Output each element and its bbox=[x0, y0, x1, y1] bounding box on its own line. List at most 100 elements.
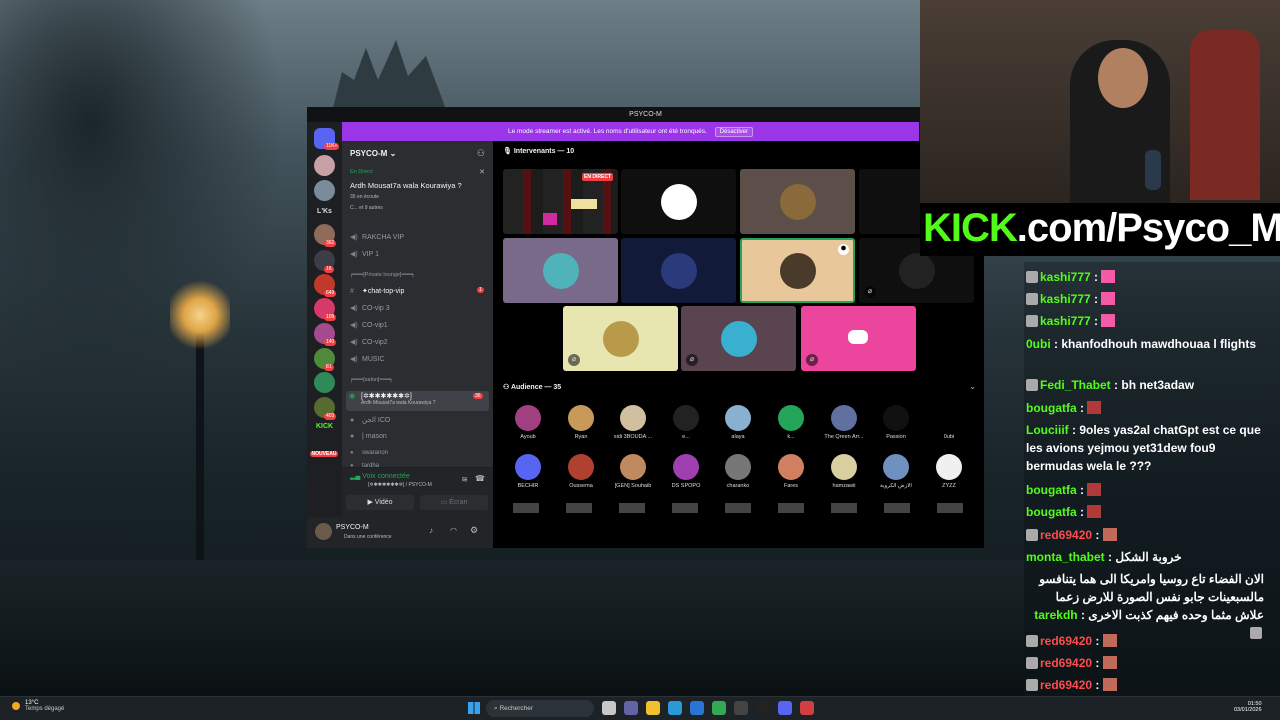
channel-item[interactable]: ◀) CO-vip1 bbox=[350, 321, 388, 329]
screen-preview bbox=[543, 213, 557, 225]
audience-member[interactable]: e... bbox=[664, 405, 708, 440]
channel-name: CO-vip 3 bbox=[362, 305, 390, 312]
teams-icon[interactable] bbox=[624, 701, 638, 715]
server-icon[interactable] bbox=[314, 155, 335, 176]
mail-icon[interactable] bbox=[690, 701, 704, 715]
audience-member[interactable]: Oussema bbox=[559, 454, 603, 489]
task-view-icon[interactable] bbox=[602, 701, 616, 715]
terminal-icon[interactable] bbox=[756, 701, 770, 715]
chrome-icon[interactable] bbox=[712, 701, 726, 715]
system-tray[interactable]: 01:50 03/01/2026 bbox=[1234, 701, 1262, 713]
chevron-down-icon[interactable]: ⌄ bbox=[969, 382, 976, 391]
channel-item[interactable]: ● | mason bbox=[350, 433, 387, 440]
speaker-tile[interactable] bbox=[740, 169, 855, 234]
audience-member[interactable]: 0ubi bbox=[927, 405, 971, 440]
audience-member[interactable]: Ryan bbox=[559, 405, 603, 440]
user-panel: PSYCO-M Dans une conférence ♪ ◠ ⚙ bbox=[307, 517, 493, 548]
voice-user[interactable]: ● swaranon bbox=[350, 450, 388, 456]
channel-item[interactable]: ◀) CO-vip2 bbox=[350, 338, 388, 346]
folder-label[interactable]: L'Ks bbox=[307, 208, 342, 215]
stage-channel-item[interactable]: ◉ [✲✱✱✱✱✱✱✲] 36 Ardh Mousat7a wala Kourawiy… bbox=[346, 391, 489, 411]
chat-username: Louciiif bbox=[1026, 423, 1069, 437]
audience-member[interactable]: k... bbox=[769, 405, 813, 440]
close-icon[interactable]: ✕ bbox=[479, 168, 485, 176]
settings-gear-icon[interactable]: ⚙ bbox=[470, 525, 478, 536]
chat-text: bh net3adaw bbox=[1121, 378, 1195, 392]
category-header[interactable]: ┍━━━[Private lounge]━━━┑ bbox=[350, 272, 415, 278]
channel-item[interactable]: ◀) RAKCHA VIP bbox=[350, 233, 404, 241]
microphone-icon[interactable]: ♪ bbox=[429, 526, 433, 535]
audience-member[interactable]: hamzawii bbox=[822, 454, 866, 489]
audience-member[interactable]: الأرض الكروية bbox=[874, 454, 918, 489]
speaker-tile[interactable] bbox=[503, 238, 618, 303]
title-bar: PSYCO-M ⚑ ▭ ? bbox=[307, 107, 984, 122]
file-explorer-icon[interactable] bbox=[646, 701, 660, 715]
member-name: Fares bbox=[783, 483, 799, 489]
channel-name: CO-vip1 bbox=[362, 322, 388, 329]
windows-taskbar: 13°C Temps dégagé ⌕ Rechercher 01:50 03/… bbox=[0, 696, 1280, 720]
screen-share-button[interactable]: ▭ Écran bbox=[420, 495, 488, 510]
speaker-tile[interactable]: ⌀ bbox=[681, 306, 796, 371]
server-badge: 140 bbox=[324, 339, 337, 346]
server-icon[interactable] bbox=[314, 180, 335, 201]
speaker-tile-stream[interactable]: EN DIRECT bbox=[503, 169, 618, 234]
chat-message: red69420 : bbox=[1026, 676, 1276, 694]
speaker-tile[interactable]: ⌀ bbox=[563, 306, 678, 371]
channel-item[interactable]: # ✦chat-top-vip 1 bbox=[350, 287, 484, 295]
speaker-tile[interactable] bbox=[621, 169, 736, 234]
obs-icon[interactable] bbox=[734, 701, 748, 715]
channel-item[interactable]: ◀) MUSIC bbox=[350, 355, 385, 363]
username[interactable]: PSYCO-M bbox=[336, 524, 369, 531]
shield-icon: ⬢ bbox=[838, 244, 849, 255]
discord-taskbar-icon[interactable] bbox=[778, 701, 792, 715]
audience-member[interactable]: charanko bbox=[716, 454, 760, 489]
server-header[interactable]: PSYCO-M ⌄ bbox=[350, 149, 396, 158]
stage-title[interactable]: Ardh Mousat7a wala Kourawiya ? bbox=[350, 181, 462, 190]
kick-server-label[interactable]: KICK bbox=[307, 423, 342, 430]
chat-username: red69420 bbox=[1040, 656, 1093, 670]
headset-icon[interactable]: ◠ bbox=[450, 526, 457, 535]
clock-date: 03/01/2026 bbox=[1234, 707, 1262, 713]
add-member-icon[interactable]: ⚇ bbox=[477, 148, 485, 159]
audience-member[interactable]: BECHIR bbox=[506, 454, 550, 489]
chat-message: red69420 : bbox=[1026, 632, 1276, 650]
noise-suppression-icon[interactable]: ≋ bbox=[461, 475, 468, 484]
video-button[interactable]: ▶ Vidéo bbox=[346, 495, 414, 510]
member-name: hamzawii bbox=[832, 483, 856, 489]
speaker-tile[interactable]: ⌀ bbox=[801, 306, 916, 371]
app-icon[interactable] bbox=[800, 701, 814, 715]
audience-member[interactable]: [GEN] Souhaib bbox=[611, 454, 655, 489]
audience-member[interactable]: Fares bbox=[769, 454, 813, 489]
disconnect-icon[interactable]: ☎ bbox=[475, 474, 485, 483]
avatar bbox=[936, 454, 962, 480]
avatar bbox=[831, 454, 857, 480]
category-header[interactable]: ┍━━━[salon]━━━┑ bbox=[350, 377, 393, 383]
audience-member[interactable]: Passion bbox=[874, 405, 918, 440]
edge-icon[interactable] bbox=[668, 701, 682, 715]
audience-header-text: Audience — 35 bbox=[510, 384, 562, 391]
weather-icon bbox=[12, 702, 20, 710]
channel-item[interactable]: ◀) VIP 1 bbox=[350, 250, 379, 258]
audience-member[interactable]: alaya bbox=[716, 405, 760, 440]
weather-widget[interactable]: 13°C Temps dégagé bbox=[12, 700, 64, 712]
avatar bbox=[883, 454, 909, 480]
muted-mic-icon: ⌀ bbox=[568, 354, 580, 366]
speaker-tile[interactable] bbox=[621, 238, 736, 303]
channel-item[interactable]: ◀) CO-vip 3 bbox=[350, 304, 390, 312]
audience-member[interactable]: sidi 3BOUDA ... bbox=[611, 405, 655, 440]
audience-member[interactable]: The Qreen Arr... bbox=[822, 405, 866, 440]
speaker-tile-active[interactable]: ⬢ bbox=[740, 238, 855, 303]
start-button[interactable] bbox=[468, 702, 480, 714]
live-label: En Direct bbox=[350, 169, 373, 175]
emote-icon bbox=[1102, 656, 1117, 669]
muted-mic-icon: ⌀ bbox=[864, 286, 876, 298]
avatar[interactable] bbox=[315, 523, 332, 540]
server-icon[interactable] bbox=[314, 372, 335, 393]
audience-member[interactable]: DS SPOPO bbox=[664, 454, 708, 489]
disable-streamer-mode-button[interactable]: Désactiver bbox=[714, 127, 754, 137]
audience-member[interactable]: ZYZZ bbox=[927, 454, 971, 489]
taskbar-search[interactable]: ⌕ Rechercher bbox=[486, 700, 594, 717]
channel-item[interactable]: ● ﺍﻟﺠﻦ ICO bbox=[350, 416, 390, 424]
audience-member[interactable]: Ayoub bbox=[506, 405, 550, 440]
chat-username: bougatfa bbox=[1026, 505, 1077, 519]
